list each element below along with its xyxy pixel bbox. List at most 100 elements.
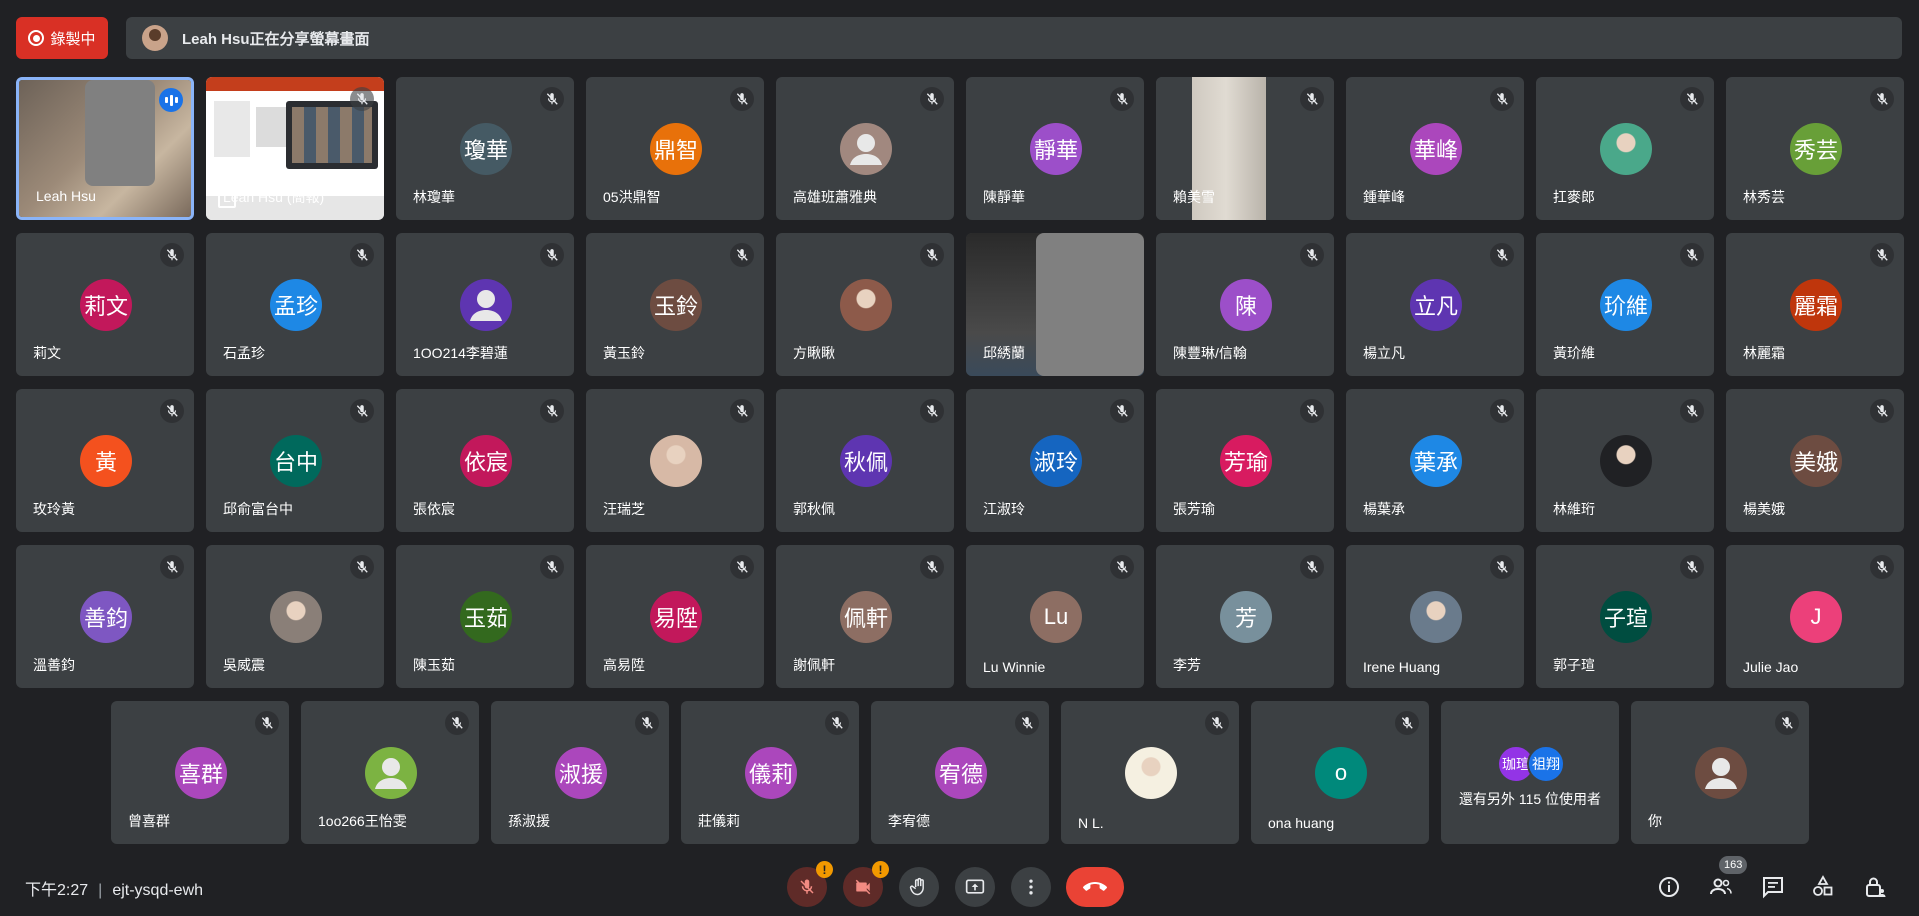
participant-tile[interactable]: 麗霜 林麗霜 <box>1726 233 1904 376</box>
participant-tile[interactable]: 葉承 楊葉承 <box>1346 389 1524 532</box>
participant-tile[interactable]: 汪瑞芝 <box>586 389 764 532</box>
more-participants-tile[interactable]: 珈瑄 祖翔 還有另外 115 位使用者 <box>1441 701 1619 844</box>
participant-tile[interactable]: 玉茹 陳玉茹 <box>396 545 574 688</box>
participant-name: 高雄班蕭雅典 <box>793 189 877 205</box>
participant-tile[interactable]: 玉鈴 黃玉鈴 <box>586 233 764 376</box>
participant-tile[interactable]: o ona huang <box>1251 701 1429 844</box>
meeting-code: ejt-ysqd-ewh <box>112 882 204 899</box>
participant-tile[interactable]: 方瞅瞅 <box>776 233 954 376</box>
participant-tile[interactable]: 高雄班蕭雅典 <box>776 77 954 220</box>
participant-tile[interactable]: 1oo266王怡雯 <box>301 701 479 844</box>
participant-tile[interactable]: 秋佩 郭秋佩 <box>776 389 954 532</box>
avatar-photo <box>840 279 892 331</box>
mic-off-icon <box>160 555 184 579</box>
mic-off-icon <box>730 399 754 423</box>
activities-button[interactable] <box>1806 870 1840 904</box>
participant-tile[interactable]: 芳瑜 張芳瑜 <box>1156 389 1334 532</box>
camera-off-icon <box>855 879 871 895</box>
mic-off-icon <box>1205 711 1229 735</box>
participant-tile[interactable]: Irene Huang <box>1346 545 1524 688</box>
mic-off-icon <box>1490 87 1514 111</box>
participant-tile[interactable]: 佩軒 謝佩軒 <box>776 545 954 688</box>
participant-tile[interactable]: 玠維 黃玠維 <box>1536 233 1714 376</box>
avatar: 芳 <box>1220 591 1272 643</box>
participant-name: 你 <box>1648 813 1662 829</box>
participant-tile[interactable]: 宥德 李宥德 <box>871 701 1049 844</box>
avatar: 美娥 <box>1790 435 1842 487</box>
camera-button[interactable]: ! <box>843 861 889 907</box>
avatar: 儀莉 <box>745 747 797 799</box>
participant-tile[interactable]: 秀芸 林秀芸 <box>1726 77 1904 220</box>
participant-tile[interactable]: 台中 邱俞富台中 <box>206 389 384 532</box>
people-button[interactable] <box>1704 870 1738 904</box>
participant-tile[interactable]: 你 <box>1631 701 1809 844</box>
participant-tile[interactable]: 1OO214李碧蓮 <box>396 233 574 376</box>
participant-tile[interactable]: 靜華 陳靜華 <box>966 77 1144 220</box>
participant-tile[interactable]: 易陞 高易陞 <box>586 545 764 688</box>
avatar: o <box>1315 747 1367 799</box>
avatar-photo <box>1600 123 1652 175</box>
participant-tile[interactable]: 扛麥郎 <box>1536 77 1714 220</box>
more-options-button[interactable] <box>1011 867 1051 907</box>
participant-tile[interactable]: 邱綉蘭 <box>966 233 1144 376</box>
mic-off-icon <box>1110 399 1134 423</box>
participant-tile[interactable]: 依宸 張依宸 <box>396 389 574 532</box>
participant-tile[interactable]: 立凡 楊立凡 <box>1346 233 1524 376</box>
participant-tile[interactable]: J Julie Jao <box>1726 545 1904 688</box>
microphone-button[interactable]: ! <box>787 861 833 907</box>
mic-off-icon <box>160 243 184 267</box>
participant-tile[interactable]: Leah Hsu (簡報) <box>206 77 384 220</box>
avatar-photo <box>1600 435 1652 487</box>
participant-name: 1OO214李碧蓮 <box>413 345 508 361</box>
participant-tile[interactable]: 喜群 曾喜群 <box>111 701 289 844</box>
chat-button[interactable] <box>1756 870 1790 904</box>
participant-tile[interactable]: N L. <box>1061 701 1239 844</box>
participant-name: 林麗霜 <box>1743 345 1785 361</box>
mic-off-icon <box>920 243 944 267</box>
meeting-details-button[interactable] <box>1652 870 1686 904</box>
participant-tile[interactable]: 莉文 莉文 <box>16 233 194 376</box>
mic-off-icon <box>1300 243 1324 267</box>
participant-tile[interactable]: 美娥 楊美娥 <box>1726 389 1904 532</box>
participant-tile[interactable]: 華峰 鍾華峰 <box>1346 77 1524 220</box>
participant-tile[interactable]: 陳陳豐琳/信翰 <box>1156 233 1334 376</box>
participant-tile[interactable]: Leah Hsu <box>16 77 194 220</box>
participant-tile[interactable]: 賴美雪 <box>1156 77 1334 220</box>
participant-tile[interactable]: 瓊華 林瓊華 <box>396 77 574 220</box>
present-icon <box>965 879 985 894</box>
meeting-time: 下午2:27 <box>25 882 89 899</box>
participant-tile[interactable]: Lu Lu Winnie <box>966 545 1144 688</box>
participant-name: N L. <box>1078 815 1104 831</box>
host-controls-button[interactable] <box>1858 870 1892 904</box>
participant-tile[interactable]: 淑援 孫淑援 <box>491 701 669 844</box>
screen-share-banner: Leah Hsu正在分享螢幕畫面 <box>126 17 1902 59</box>
avatar: 玉鈴 <box>650 279 702 331</box>
mic-off-icon <box>350 243 374 267</box>
participant-tile[interactable]: 子瑄 郭子瑄 <box>1536 545 1714 688</box>
mic-off-icon <box>1300 399 1324 423</box>
recording-indicator[interactable]: 錄製中 <box>16 17 108 59</box>
present-button[interactable] <box>955 867 995 907</box>
avatar: 孟珍 <box>270 279 322 331</box>
participant-tile[interactable]: 孟珍 石孟珍 <box>206 233 384 376</box>
participant-tile[interactable]: 芳李芳 <box>1156 545 1334 688</box>
raise-hand-button[interactable] <box>899 867 939 907</box>
avatar: 玠維 <box>1600 279 1652 331</box>
participant-name: 張芳瑜 <box>1173 501 1215 517</box>
participant-tile[interactable]: 黃玫玲黃 <box>16 389 194 532</box>
mic-off-icon <box>540 87 564 111</box>
participant-name: 1oo266王怡雯 <box>318 813 407 829</box>
participant-count-badge: 163 <box>1719 856 1748 874</box>
blurred-face <box>85 80 155 186</box>
participant-name: Lu Winnie <box>983 659 1046 675</box>
participant-tile[interactable]: 淑玲 江淑玲 <box>966 389 1144 532</box>
participant-tile[interactable]: 吳威震 <box>206 545 384 688</box>
participant-tile[interactable]: 儀莉 莊儀莉 <box>681 701 859 844</box>
participant-tile[interactable]: 鼎智 05洪鼎智 <box>586 77 764 220</box>
participant-name: 孫淑援 <box>508 813 550 829</box>
leave-call-button[interactable] <box>1066 867 1124 907</box>
participant-tile[interactable]: 善鈞 溫善鈞 <box>16 545 194 688</box>
participant-tile[interactable]: 林維珩 <box>1536 389 1714 532</box>
participant-name: 李宥德 <box>888 813 930 829</box>
participant-name: Julie Jao <box>1743 659 1799 675</box>
